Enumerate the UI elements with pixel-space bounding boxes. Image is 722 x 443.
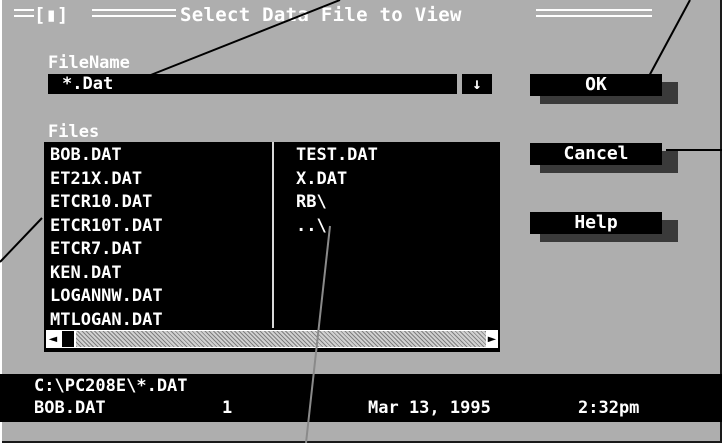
annotation-line [647,0,691,79]
annotation-line [305,225,331,443]
select-data-file-dialog: [▮] Select Data File to View FileName *.… [0,0,722,443]
annotation-line [0,217,43,263]
annotation-line [127,0,341,85]
annotation-lines [0,0,722,443]
